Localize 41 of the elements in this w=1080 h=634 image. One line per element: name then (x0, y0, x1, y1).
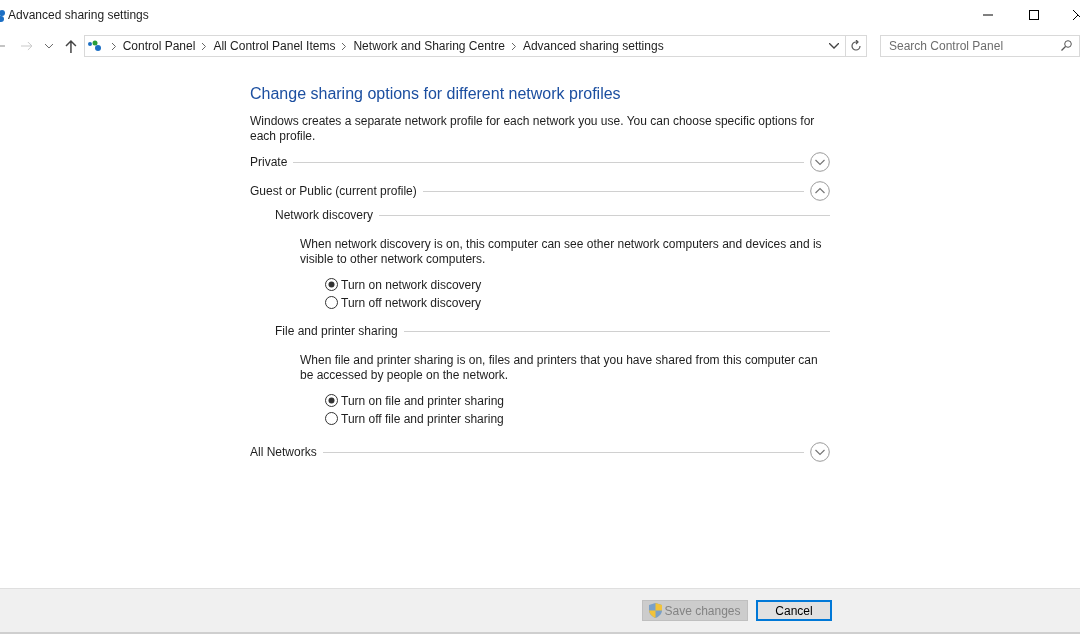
section-title[interactable]: Private (250, 152, 288, 171)
radio-label[interactable]: Turn off file and printer sharing (341, 409, 504, 428)
section-title[interactable]: Guest or Public (current profile) (250, 181, 417, 200)
breadcrumb-item[interactable]: Network and Sharing Centre (353, 37, 505, 55)
maximize-icon[interactable] (1029, 10, 1039, 20)
window-title: Advanced sharing settings (8, 7, 149, 24)
radio-button[interactable] (325, 394, 338, 407)
group-title: Network discovery (275, 207, 374, 224)
page-heading: Change sharing options for different network profiles (250, 84, 622, 104)
chevron-down-icon[interactable] (44, 43, 53, 49)
breadcrumb-item[interactable]: Advanced sharing settings (522, 37, 664, 55)
close-icon[interactable] (1073, 10, 1080, 20)
radio-button[interactable] (325, 412, 338, 425)
search-field[interactable]: Search Control Panel (880, 35, 1080, 57)
radio-label[interactable]: Turn off network discovery (341, 293, 482, 312)
group-description: When file and printer sharing is on, files and printers that you have shared from this computer can be accessed by people on the network. (300, 353, 819, 383)
expand-icon[interactable] (810, 441, 830, 462)
group-description: When network discovery is on, this computer can see other network computers and devices and is visible to other network computers. (300, 237, 823, 267)
chevron-right-icon (111, 42, 116, 50)
chevron-right-icon (511, 42, 516, 50)
chevron-right-icon (342, 42, 347, 50)
group-title: File and printer sharing (275, 323, 398, 340)
up-arrow-icon[interactable] (64, 39, 77, 53)
address-bar[interactable]: Control Panel All Control Panel Items Network and Sharing Centre Advanced sharing settings (83, 35, 867, 57)
shield-icon (649, 603, 663, 618)
breadcrumb-item[interactable]: Control Panel (122, 37, 196, 55)
radio-button[interactable] (325, 296, 338, 309)
collapse-icon[interactable] (810, 180, 830, 201)
breadcrumb-item[interactable]: All Control Panel Items (213, 37, 336, 55)
radio-button[interactable] (325, 278, 338, 291)
refresh-icon[interactable] (850, 40, 862, 52)
chevron-down-icon[interactable] (829, 43, 839, 49)
network-icon (0, 8, 6, 22)
intro-text: Windows creates a separate network profile for each network you use. You can choose specific options for each profile. (250, 114, 816, 144)
radio-label[interactable]: Turn on network discovery (341, 275, 482, 294)
search-icon[interactable] (1061, 40, 1072, 51)
chevron-right-icon (202, 42, 207, 50)
expand-icon[interactable] (810, 151, 830, 172)
radio-label[interactable]: Turn on file and printer sharing (341, 391, 504, 410)
cancel-button[interactable]: Cancel (756, 600, 832, 621)
section-title[interactable]: All Networks (250, 442, 317, 461)
